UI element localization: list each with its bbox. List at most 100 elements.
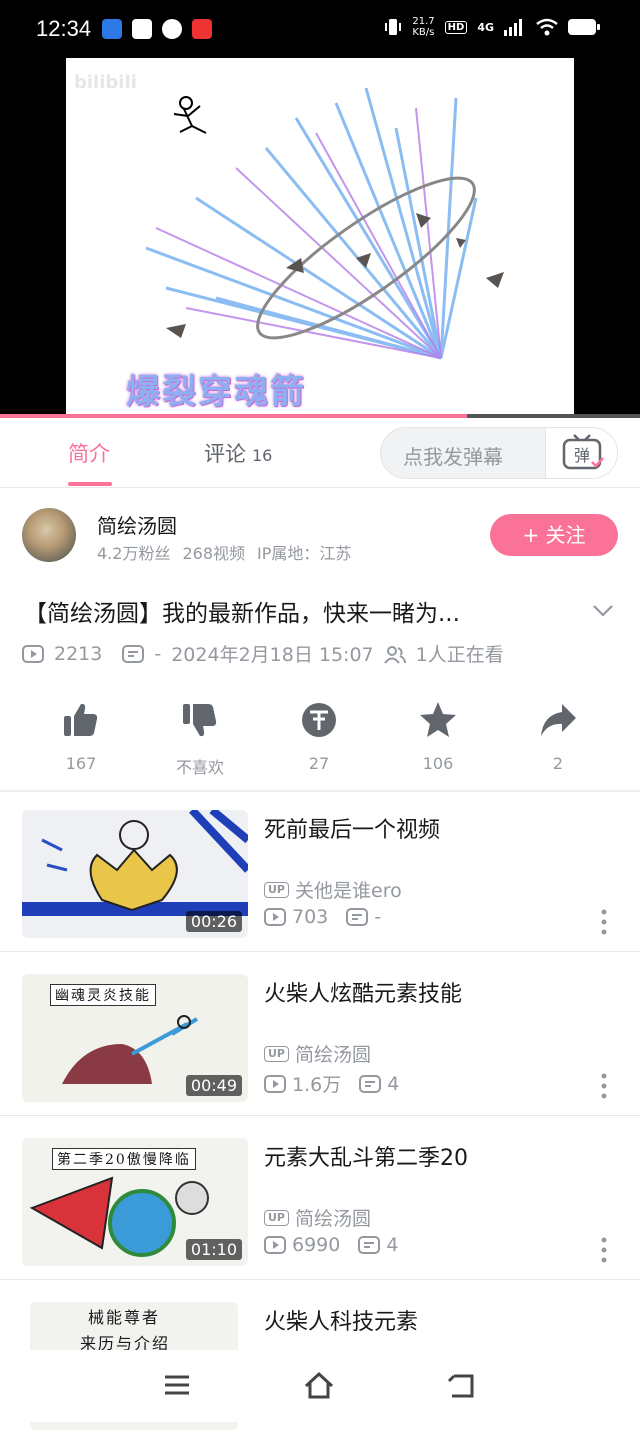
dislike-icon [183, 704, 217, 737]
video-stats: 703 - [264, 906, 381, 928]
tab-comments[interactable]: 评论 16 [204, 438, 272, 468]
uploader-name[interactable]: 简绘汤圆 [97, 510, 177, 539]
status-app-icons [102, 19, 212, 39]
video-player[interactable]: bilibili 爆裂穿魂箭 [0, 58, 640, 418]
danmaku-count: 4 [387, 1072, 400, 1095]
play-count-icon [264, 1236, 286, 1254]
ip-location: IP属地：江苏 [257, 544, 352, 563]
author-name: 简绘汤圆 [295, 1208, 372, 1230]
more-options-icon[interactable] [600, 908, 608, 936]
more-options-icon[interactable] [600, 1072, 608, 1100]
dislike-label: 不喜欢 [175, 758, 224, 777]
svg-text:弹: 弹 [574, 446, 590, 465]
viewers-icon [383, 645, 406, 664]
menu-icon[interactable] [160, 1368, 194, 1402]
favorite-count: 106 [422, 754, 454, 773]
danmaku-count-icon [122, 644, 145, 663]
view-count: 703 [292, 906, 329, 928]
video-frame: bilibili 爆裂穿魂箭 [66, 58, 574, 418]
like-icon [64, 703, 98, 736]
up-badge: UP [264, 881, 289, 898]
artwork-caption: 爆裂穿魂箭 [126, 372, 306, 412]
coin-button[interactable]: 27 [269, 700, 369, 773]
coin-icon [302, 703, 336, 737]
publish-date: 2024年2月18日 15:07 [171, 644, 374, 666]
fans-count: 4.2万粉丝 [97, 544, 171, 563]
up-badge: UP [264, 1209, 289, 1226]
back-icon[interactable] [444, 1368, 478, 1402]
danmaku-count: - [374, 906, 382, 928]
tab-bar: 简介 评论 16 点我发弹幕 弹 [0, 418, 640, 488]
video-author[interactable]: UP 简绘汤圆 [264, 1204, 371, 1231]
like-count: 167 [65, 754, 97, 773]
more-options-icon[interactable] [600, 1236, 608, 1264]
danmaku-placeholder: 点我发弹幕 [403, 445, 503, 469]
video-stats: 2213 - 2024年2月18日 15:07 1人正在看 [22, 640, 504, 667]
danmaku-input[interactable]: 点我发弹幕 弹 [380, 427, 618, 479]
author-name: 关他是谁ero [295, 880, 402, 902]
tab-comments-label: 评论 [204, 442, 246, 466]
star-icon [420, 702, 456, 737]
signal-label: 4G [477, 20, 494, 34]
vibrate-icon [385, 19, 402, 35]
status-time: 12:34 [36, 16, 92, 41]
status-bar: 12:34 21.7 KB/s HD 4G [0, 0, 640, 58]
danmaku-count: - [154, 642, 162, 665]
video-thumbnail[interactable]: 00:26 [22, 810, 248, 938]
video-duration: 00:49 [185, 1075, 242, 1096]
list-item[interactable]: 幽魂灵炎技能 00:49 火柴人炫酷元素技能 UP 简绘汤圆 1.6万 4 [0, 956, 640, 1116]
uploader-info: 简绘汤圆 4.2万粉丝 268视频 IP属地：江苏 + 关注 [0, 490, 640, 580]
video-title[interactable]: 死前最后一个视频 [264, 812, 440, 844]
notification-app-icon [192, 19, 212, 39]
watching-count: 1人正在看 [415, 644, 504, 666]
danmaku-toggle-button[interactable]: 弹 [545, 428, 617, 478]
like-button[interactable]: 167 [31, 700, 131, 773]
list-item[interactable]: 00:26 死前最后一个视频 UP 关他是谁ero 703 - [0, 792, 640, 952]
danmaku-count: 4 [386, 1234, 399, 1256]
share-count: 2 [552, 754, 564, 773]
video-thumbnail[interactable]: 第二季20傲慢降临 01:10 [22, 1138, 248, 1266]
status-indicators: 21.7 KB/s HD 4G [384, 16, 600, 38]
chevron-down-icon[interactable] [592, 600, 614, 622]
tab-intro[interactable]: 简介 [68, 438, 110, 468]
thumbnail-text: 械能尊者 [88, 1308, 161, 1327]
play-count-icon [22, 644, 44, 663]
danmaku-count-icon [358, 1236, 381, 1254]
view-count: 2213 [54, 642, 103, 665]
coin-count: 27 [308, 754, 330, 773]
favorite-button[interactable]: 106 [388, 700, 488, 773]
follow-button[interactable]: + 关注 [490, 514, 618, 556]
author-name: 简绘汤圆 [295, 1044, 372, 1066]
video-count: 268视频 [182, 544, 245, 563]
list-item[interactable]: 第二季20傲慢降临 01:10 元素大乱斗第二季20 UP 简绘汤圆 6990 … [0, 1120, 640, 1280]
net-speed: 21.7 KB/s [412, 16, 435, 38]
view-count: 6990 [292, 1234, 341, 1256]
action-bar: 167 不喜欢 27 106 2 [0, 700, 640, 780]
avatar[interactable] [22, 508, 76, 562]
video-stats: 6990 4 [264, 1234, 398, 1256]
danmaku-count-icon [346, 908, 369, 926]
share-button[interactable]: 2 [508, 700, 608, 773]
notification-play-icon [132, 19, 152, 39]
dislike-button[interactable]: 不喜欢 [150, 700, 250, 778]
video-title[interactable]: 【简绘汤圆】我的最新作品，快来一睹为... [24, 594, 564, 628]
video-duration: 01:10 [185, 1239, 242, 1260]
uploader-meta: 4.2万粉丝 268视频 IP属地：江苏 [97, 540, 351, 564]
comment-count: 16 [252, 446, 273, 465]
notification-app-icon [102, 19, 122, 39]
wifi-icon [536, 18, 558, 36]
notification-app-icon [162, 19, 182, 39]
play-count-icon [264, 1074, 286, 1093]
video-thumbnail[interactable]: 幽魂灵炎技能 00:49 [22, 974, 248, 1102]
danmaku-tv-icon: 弹 [562, 434, 604, 470]
home-icon[interactable] [302, 1368, 336, 1402]
video-duration: 00:26 [185, 911, 242, 932]
up-badge: UP [264, 1045, 289, 1062]
hd-badge: HD [444, 20, 468, 34]
video-title[interactable]: 火柴人炫酷元素技能 [264, 976, 462, 1008]
video-title[interactable]: 元素大乱斗第二季20 [264, 1140, 468, 1172]
video-title[interactable]: 火柴人科技元素 [264, 1304, 418, 1336]
video-author[interactable]: UP 关他是谁ero [264, 876, 402, 903]
system-nav-bar [0, 1350, 640, 1422]
video-author[interactable]: UP 简绘汤圆 [264, 1040, 371, 1067]
